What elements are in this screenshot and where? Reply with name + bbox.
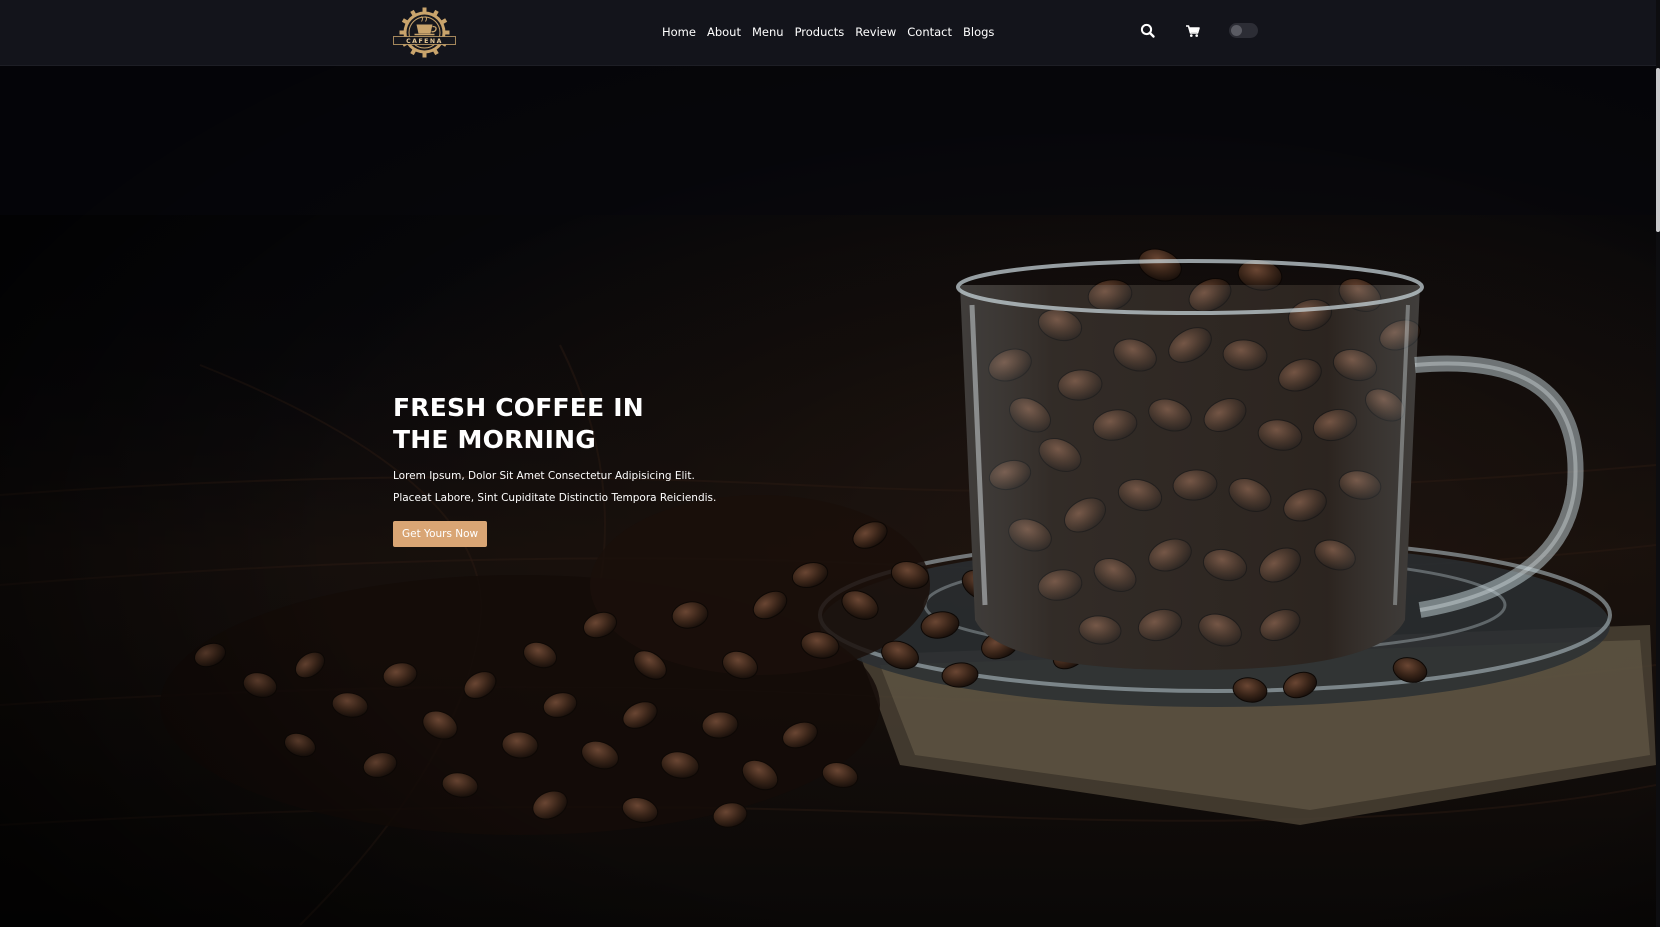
svg-text:CAFENA: CAFENA: [406, 38, 443, 45]
nav-menu[interactable]: Menu: [752, 24, 784, 40]
dark-mode-toggle[interactable]: [1229, 23, 1258, 38]
cafena-logo[interactable]: CAFENA: [392, 5, 457, 60]
get-yours-now-button[interactable]: Get Yours Now: [393, 521, 488, 547]
nav-blogs[interactable]: Blogs: [963, 24, 994, 40]
nav-contact[interactable]: Contact: [907, 24, 952, 40]
logo-gear-icon: CAFENA: [393, 7, 456, 58]
hero-description: Lorem Ipsum, Dolor Sit Amet Consectetur …: [393, 470, 717, 504]
scrollbar-thumb[interactable]: [1656, 68, 1660, 232]
coffee-beans-cup-image: [0, 65, 1656, 927]
nav-about[interactable]: About: [707, 24, 741, 40]
toggle-knob: [1231, 25, 1242, 36]
top-navbar: CAFENA Home About Menu Products Review C…: [0, 0, 1660, 66]
nav-products[interactable]: Products: [795, 24, 845, 40]
main-nav: Home About Menu Products Review Contact …: [662, 24, 1005, 40]
cart-icon[interactable]: [1184, 22, 1202, 40]
nav-home[interactable]: Home: [662, 24, 696, 40]
page: CAFENA Home About Menu Products Review C…: [0, 0, 1660, 927]
hero-title: FRESH COFFEE IN THE MORNING: [393, 392, 733, 456]
page-scrollbar[interactable]: [1656, 0, 1660, 927]
nav-review[interactable]: Review: [855, 24, 896, 40]
hero-title-line-1: FRESH COFFEE IN: [393, 393, 644, 422]
hero-content: FRESH COFFEE IN THE MORNING Lorem Ipsum,…: [393, 392, 733, 547]
hero-title-line-2: THE MORNING: [393, 425, 597, 454]
hero-section: FRESH COFFEE IN THE MORNING Lorem Ipsum,…: [0, 65, 1656, 927]
search-icon[interactable]: [1139, 22, 1157, 40]
